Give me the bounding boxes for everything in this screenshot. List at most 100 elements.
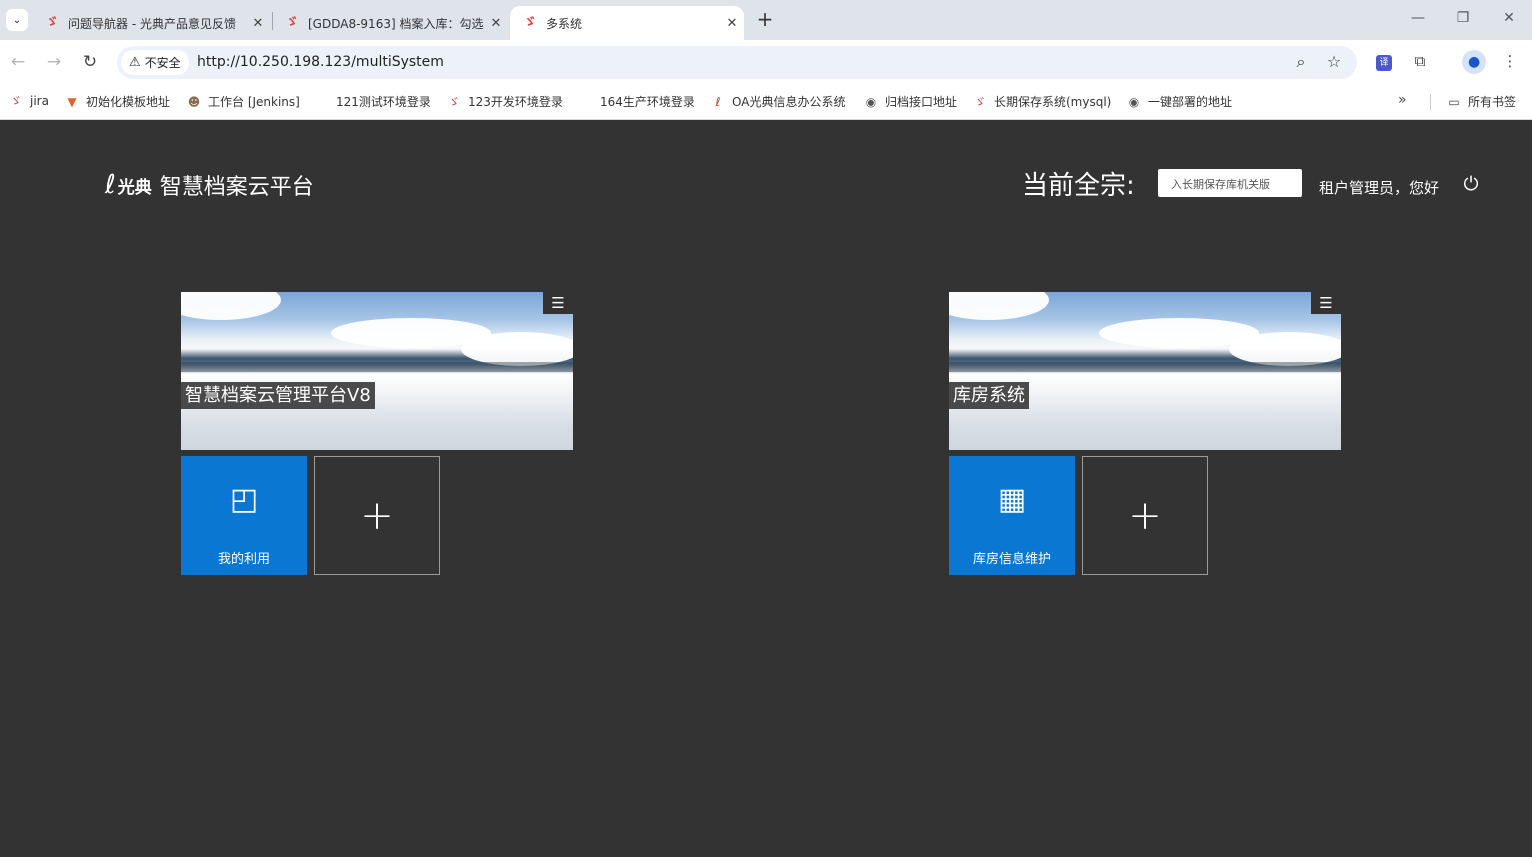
browser-menu-kebab-icon[interactable]: ⋮ bbox=[1499, 52, 1521, 70]
tile-label: 我的利用 bbox=[217, 552, 270, 567]
guangdian-logo-icon: ℓ bbox=[715, 94, 721, 109]
bookmark-star-icon[interactable]: ☆ bbox=[1324, 52, 1344, 71]
banner-cloud bbox=[461, 332, 573, 366]
restore-icon[interactable]: ❐ bbox=[1453, 10, 1473, 26]
url-text[interactable]: http://10.250.198.123/multiSystem bbox=[197, 54, 444, 70]
minimize-icon[interactable]: — bbox=[1408, 10, 1428, 26]
bookmarks-divider bbox=[1430, 94, 1431, 110]
system-title: 智慧档案云管理平台V8 bbox=[181, 382, 375, 409]
translate-extension-icon[interactable]: 译 bbox=[1376, 55, 1392, 71]
system-card-smart-archive[interactable]: ☰ 智慧档案云管理平台V8 bbox=[181, 292, 573, 450]
brand-name: 光典 bbox=[117, 177, 152, 198]
system-title: 库房系统 bbox=[949, 382, 1029, 409]
tile-label: 库房信息维护 bbox=[972, 552, 1051, 567]
jira-favicon-icon: ゞ bbox=[973, 94, 986, 109]
platform-logo: ℓ 光典 智慧档案云平台 bbox=[105, 169, 314, 201]
user-greeting: 租户管理员，您好 bbox=[1319, 179, 1440, 197]
system-card-warehouse[interactable]: ☰ 库房系统 bbox=[949, 292, 1341, 450]
bookmark-164[interactable]: 164生产环境登录 bbox=[578, 93, 695, 110]
warning-triangle-icon: ⚠ bbox=[129, 55, 141, 70]
building-icon: ▦ bbox=[997, 482, 1027, 517]
browser-tab-bar: ⌄ ゞ 问题导航器 - 光典产品意见反馈 ✕ ゞ [GDDA8-9163] 档案… bbox=[0, 0, 1532, 40]
bookmark-label: OA光典信息办公系统 bbox=[732, 95, 846, 109]
jira-favicon-icon: ゞ bbox=[9, 94, 22, 108]
guangdian-logo-icon: ℓ bbox=[105, 170, 116, 200]
power-logout-icon[interactable]: ⏻ bbox=[1460, 173, 1482, 195]
browser-toolbar: ← → ↻ ⚠ 不安全 http://10.250.198.123/multiS… bbox=[0, 40, 1532, 84]
bookmark-123[interactable]: ゞ 123开发环境登录 bbox=[446, 93, 563, 110]
extensions-puzzle-icon[interactable]: ⧉ bbox=[1409, 52, 1431, 70]
browser-tab-3-active[interactable]: ゞ 多系统 ✕ bbox=[510, 6, 744, 40]
tab-title: 问题导航器 - 光典产品意见反馈 bbox=[68, 16, 236, 31]
banner-cloud bbox=[1229, 332, 1341, 366]
globe-icon: ◉ bbox=[1128, 94, 1140, 109]
bookmark-label: 长期保存系统(mysql) bbox=[994, 95, 1112, 109]
fonds-select-value: 入长期保存库机关版 bbox=[1171, 178, 1270, 191]
bookmark-label: 121测试环境登录 bbox=[336, 95, 431, 109]
bookmark-long-term[interactable]: ゞ长期保存系统(mysql) bbox=[972, 93, 1111, 110]
bookmark-archive-api[interactable]: ◉ 归档接口地址 bbox=[863, 93, 957, 110]
document-user-icon: ◰ bbox=[229, 482, 259, 517]
bookmark-label: 一键部署的地址 bbox=[1148, 95, 1233, 109]
jira-favicon-icon: ゞ bbox=[523, 15, 537, 30]
add-tile-button[interactable]: + bbox=[314, 456, 440, 575]
zoom-magnifier-icon[interactable]: ⌕ bbox=[1291, 52, 1311, 72]
window-close-icon[interactable]: ✕ bbox=[1499, 10, 1519, 26]
banner-cloud bbox=[949, 292, 1049, 320]
jira-favicon-icon: ゞ bbox=[285, 15, 299, 30]
tab-title: [GDDA8-9163] 档案入库：勾选 bbox=[308, 16, 484, 31]
globe-icon: ◉ bbox=[865, 94, 877, 109]
tab-search-chevron-icon[interactable]: ⌄ bbox=[6, 9, 28, 31]
jira-favicon-icon: ゞ bbox=[447, 94, 460, 109]
plus-icon: + bbox=[1128, 493, 1162, 539]
jira-favicon-icon: ゞ bbox=[45, 15, 59, 30]
bookmark-template[interactable]: ▼ 初始化模板地址 bbox=[64, 93, 170, 110]
tile-my-utilization[interactable]: ◰ 我的利用 bbox=[181, 456, 307, 575]
current-fonds-label: 当前全宗: bbox=[1022, 171, 1135, 201]
plus-icon: + bbox=[360, 493, 394, 539]
blank-favicon-icon bbox=[314, 94, 330, 110]
person-icon: ● bbox=[1468, 54, 1481, 70]
forward-arrow-icon[interactable]: → bbox=[42, 50, 66, 74]
banner-cloud bbox=[181, 292, 281, 320]
tab-title: 多系统 bbox=[546, 16, 583, 31]
bookmark-label: 所有书签 bbox=[1468, 95, 1517, 109]
add-tile-button[interactable]: + bbox=[1082, 456, 1208, 575]
blank-favicon-icon bbox=[578, 94, 594, 110]
bookmark-deploy[interactable]: ◉ 一键部署的地址 bbox=[1126, 93, 1232, 110]
tab-close-icon[interactable]: ✕ bbox=[246, 16, 270, 31]
back-arrow-icon[interactable]: ← bbox=[6, 50, 30, 74]
bookmark-label: 164生产环境登录 bbox=[600, 95, 695, 109]
new-tab-plus-icon[interactable]: + bbox=[754, 8, 776, 32]
bookmark-oa[interactable]: ℓ OA光典信息办公系统 bbox=[710, 93, 846, 110]
bookmark-jenkins[interactable]: ☻ 工作台 [Jenkins] bbox=[186, 93, 300, 110]
banner-ridge bbox=[949, 362, 1341, 372]
tile-warehouse-info[interactable]: ▦ 库房信息维护 bbox=[949, 456, 1075, 575]
bookmark-121[interactable]: 121测试环境登录 bbox=[314, 93, 431, 110]
bookmarks-bar: ゞ jira ▼ 初始化模板地址 ☻ 工作台 [Jenkins] 121测试环境登录 … bbox=[0, 84, 1532, 120]
jenkins-butler-icon: ☻ bbox=[187, 94, 201, 109]
bookmark-label: jira bbox=[30, 94, 49, 108]
browser-tab-1[interactable]: ゞ 问题导航器 - 光典产品意见反馈 ✕ bbox=[32, 6, 270, 40]
platform-name: 智慧档案云平台 bbox=[159, 175, 314, 200]
reload-icon[interactable]: ↻ bbox=[78, 50, 102, 74]
card-menu-hamburger-icon[interactable]: ☰ bbox=[543, 292, 573, 314]
profile-avatar-icon[interactable]: ● bbox=[1462, 50, 1486, 74]
all-bookmarks-folder[interactable]: ▭ 所有书签 bbox=[1446, 93, 1516, 110]
banner-ridge bbox=[181, 362, 573, 372]
bookmark-label: 归档接口地址 bbox=[885, 95, 958, 109]
multi-system-page: ℓ 光典 智慧档案云平台 当前全宗: 入长期保存库机关版 租户管理员，您好 ⏻ … bbox=[0, 121, 1532, 857]
card-menu-hamburger-icon[interactable]: ☰ bbox=[1311, 292, 1341, 314]
tab-close-icon[interactable]: ✕ bbox=[484, 16, 508, 31]
security-chip[interactable]: ⚠ 不安全 bbox=[121, 50, 189, 75]
bookmark-label: 工作台 [Jenkins] bbox=[208, 95, 300, 109]
folder-icon: ▭ bbox=[1448, 94, 1460, 109]
bookmark-jira[interactable]: ゞ jira bbox=[8, 93, 49, 109]
address-bar[interactable]: ⚠ 不安全 http://10.250.198.123/multiSystem … bbox=[117, 46, 1357, 79]
browser-tab-2[interactable]: ゞ [GDDA8-9163] 档案入库：勾选 ✕ bbox=[272, 6, 508, 40]
bookmarks-overflow-chevron-icon[interactable]: » bbox=[1398, 92, 1407, 108]
bookmark-label: 初始化模板地址 bbox=[86, 95, 171, 109]
fonds-select[interactable]: 入长期保存库机关版 bbox=[1158, 169, 1302, 197]
tab-close-icon[interactable]: ✕ bbox=[720, 16, 744, 31]
security-label: 不安全 bbox=[144, 56, 181, 70]
